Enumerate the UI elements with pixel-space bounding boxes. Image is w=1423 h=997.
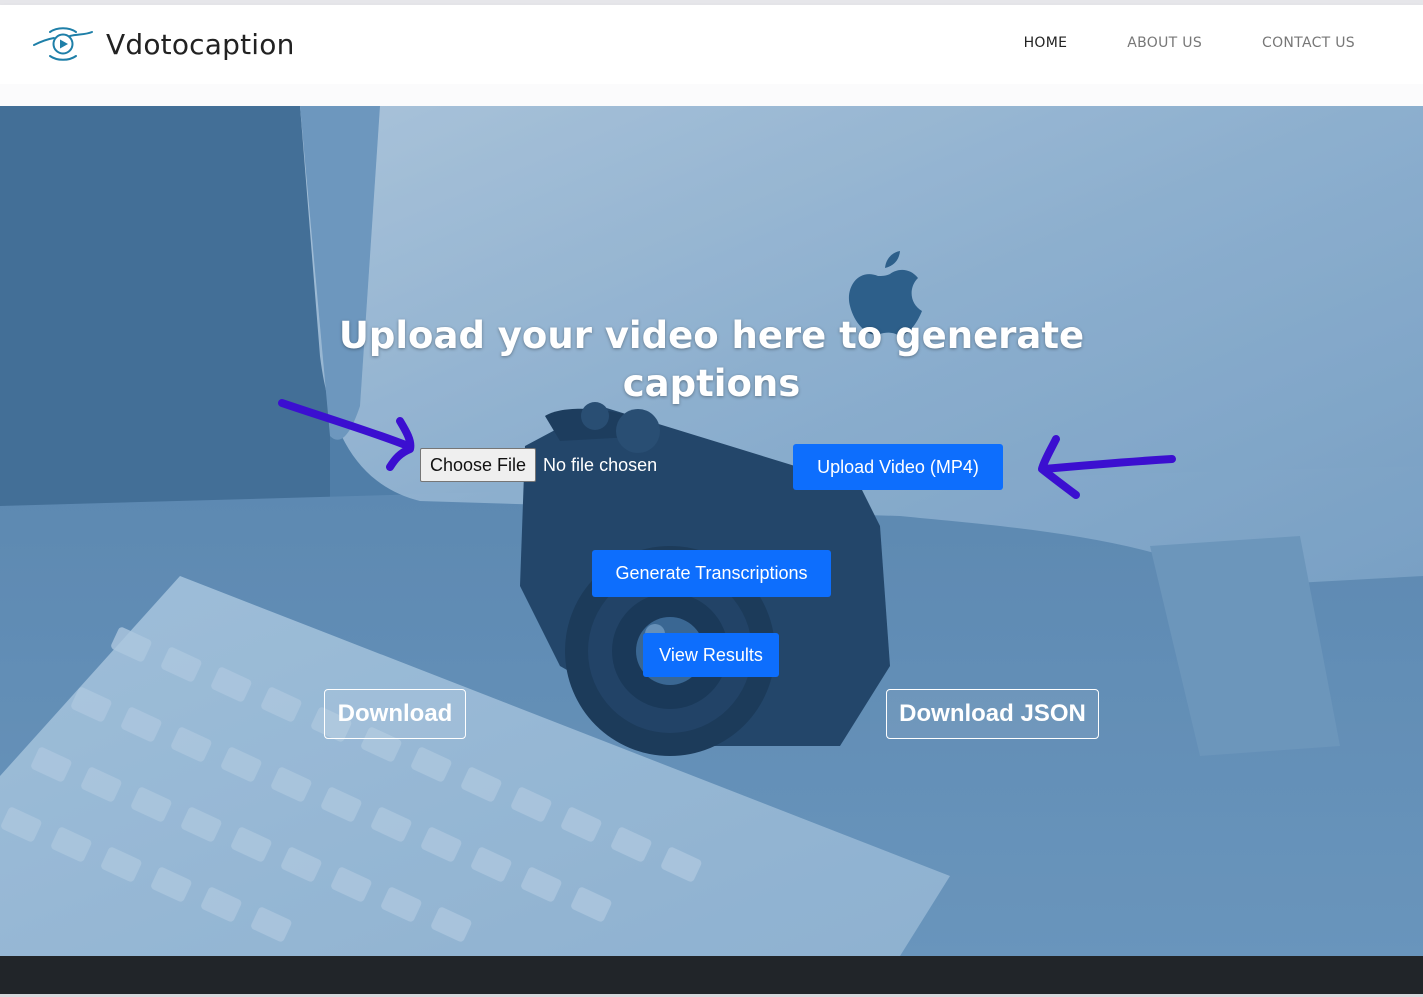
- generate-transcriptions-button[interactable]: Generate Transcriptions: [592, 550, 831, 597]
- upload-video-button[interactable]: Upload Video (MP4): [793, 444, 1003, 490]
- download-button[interactable]: Download: [324, 689, 466, 739]
- hero-headline-line2: captions: [622, 362, 801, 405]
- brand[interactable]: Vdotocaption: [32, 22, 295, 66]
- hero-headline-line1: Upload your video here to generate: [338, 314, 1085, 357]
- hero-headline: Upload your video here to generate capti…: [0, 312, 1423, 408]
- hero-overlay: [0, 106, 1423, 956]
- hero-section: Upload your video here to generate capti…: [0, 106, 1423, 956]
- file-input[interactable]: Choose File No file chosen: [420, 448, 657, 482]
- file-status-text: No file chosen: [543, 454, 658, 475]
- nav-links: HOME ABOUT US CONTACT US: [1024, 35, 1355, 51]
- annotation-arrow-right-icon: [278, 399, 415, 471]
- download-json-button[interactable]: Download JSON: [886, 689, 1099, 739]
- nav-home-link[interactable]: HOME: [1024, 35, 1068, 51]
- navbar-spacer: [0, 84, 1423, 106]
- nav-contact-link[interactable]: CONTACT US: [1262, 35, 1355, 51]
- navbar: Vdotocaption HOME ABOUT US CONTACT US: [0, 5, 1423, 84]
- footer: [0, 956, 1423, 994]
- nav-about-link[interactable]: ABOUT US: [1127, 35, 1202, 51]
- eye-play-logo-icon: [33, 27, 93, 61]
- choose-file-button[interactable]: Choose File: [420, 448, 537, 482]
- brand-name: Vdotocaption: [106, 27, 295, 61]
- view-results-button[interactable]: View Results: [643, 633, 779, 677]
- annotation-arrow-left-icon: [1038, 435, 1176, 499]
